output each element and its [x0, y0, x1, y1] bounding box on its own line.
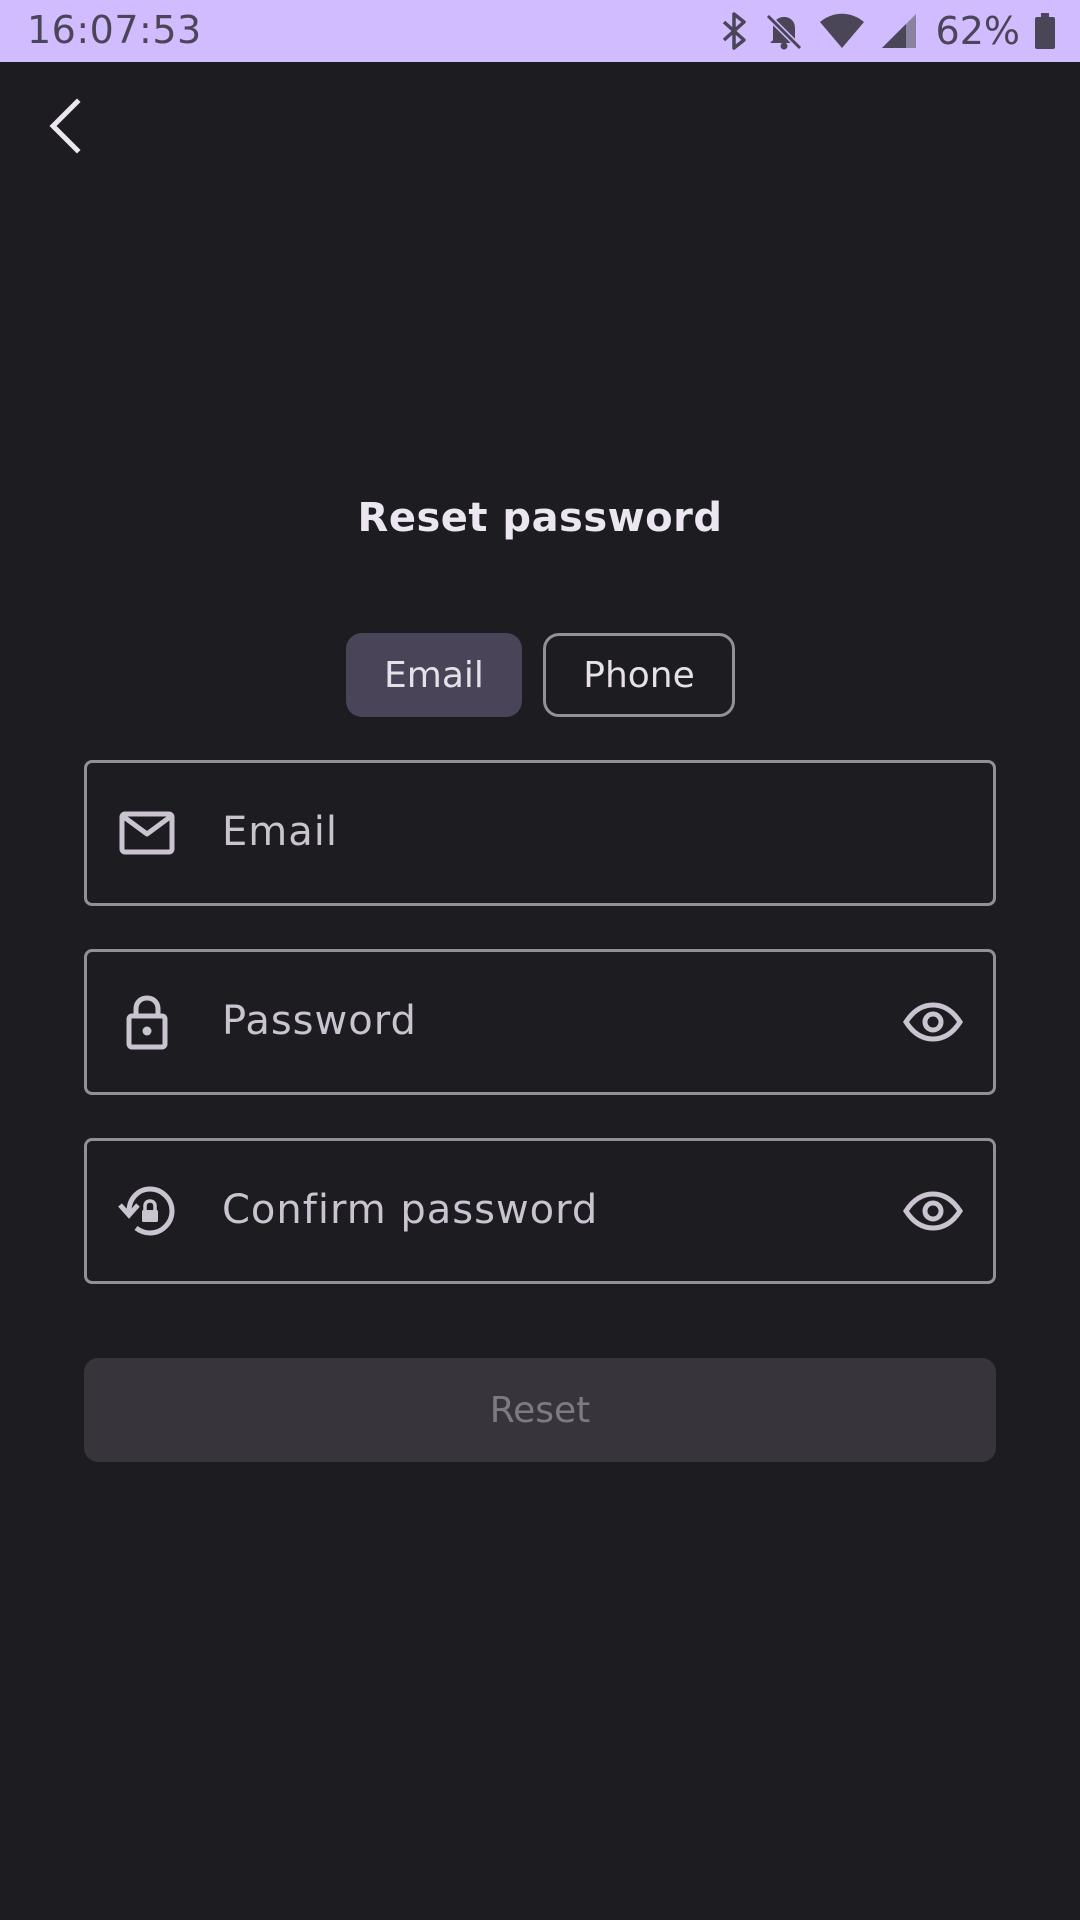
confirm-password-placeholder: Confirm password [222, 1187, 599, 1233]
tab-email[interactable]: Email [346, 633, 522, 717]
bluetooth-icon [720, 12, 750, 50]
reset-button[interactable]: Reset [84, 1358, 996, 1462]
lock-reset-icon [117, 1181, 177, 1241]
battery-percent: 62% [935, 9, 1020, 53]
password-field[interactable]: Password [84, 949, 996, 1095]
mail-icon [117, 803, 177, 863]
battery-icon [1034, 12, 1056, 50]
confirm-password-field[interactable]: Confirm password [84, 1138, 996, 1284]
wifi-icon [818, 12, 866, 50]
email-field[interactable]: Email [84, 760, 996, 906]
page-title: Reset password [357, 495, 723, 541]
status-icons: 62% [720, 9, 1056, 53]
eye-icon[interactable] [903, 1181, 963, 1241]
chevron-left-icon [45, 98, 85, 158]
email-placeholder: Email [222, 809, 338, 855]
password-placeholder: Password [222, 998, 417, 1044]
status-time: 16:07:53 [27, 8, 202, 52]
eye-icon[interactable] [903, 992, 963, 1052]
status-bar: 16:07:53 62% [0, 0, 1080, 62]
bell-off-icon [764, 12, 804, 50]
lock-icon [117, 992, 177, 1052]
back-button[interactable] [30, 88, 100, 168]
cellular-signal-icon [880, 12, 918, 50]
tab-phone[interactable]: Phone [543, 633, 735, 717]
